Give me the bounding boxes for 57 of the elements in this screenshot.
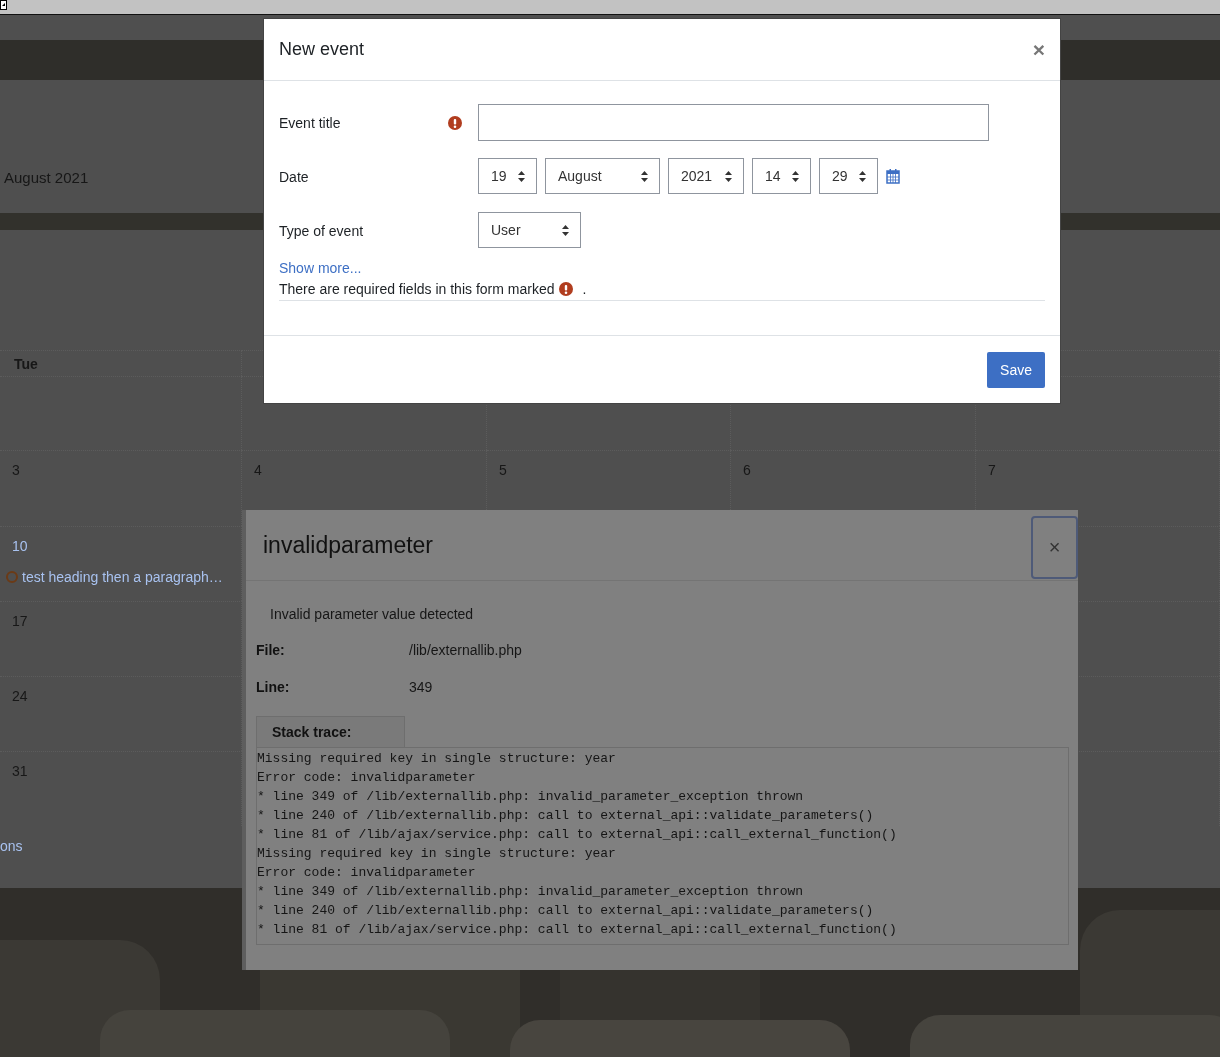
dropdown[interactable]: User — [478, 212, 581, 248]
stack-trace-tab[interactable]: Stack trace: — [256, 716, 405, 747]
day-number: 24 — [12, 688, 28, 704]
day-number: 5 — [499, 462, 507, 478]
event-dot-icon — [6, 571, 18, 583]
day-number: 6 — [743, 462, 751, 478]
event-link[interactable]: test heading then a paragraph… — [22, 569, 223, 585]
sort-caret-icon — [561, 223, 570, 237]
dropdown[interactable]: 19 — [478, 158, 537, 194]
dropdown[interactable]: 14 — [752, 158, 811, 194]
stack-trace-line: Error code: invalidparameter — [257, 769, 477, 787]
detail-label: File: — [256, 642, 286, 658]
stack-trace-line: * line 349 of /lib/externallib.php: invalid_parameter_exception thrown — [257, 883, 805, 901]
day-number: 4 — [254, 462, 262, 478]
stack-trace-line: * line 240 of /lib/externallib.php: call to external_api::validate_parameters() — [257, 902, 875, 920]
stack-trace-line: * line 240 of /lib/externallib.php: call to external_api::validate_parameters() — [257, 807, 875, 825]
corner-icon — [0, 0, 7, 10]
sort-caret-icon — [724, 169, 733, 183]
detail-label: Line: — [256, 679, 291, 695]
error-message: Invalid parameter value detected — [269, 606, 475, 622]
text-field[interactable] — [478, 104, 989, 141]
save-button[interactable]: Save — [987, 352, 1045, 388]
day-number: 3 — [12, 462, 20, 478]
weekday-header: Tue — [14, 356, 38, 372]
stack-trace-line: Missing required key in single structure: year — [257, 845, 617, 863]
field-label: Type of event — [279, 222, 364, 239]
dialog-title: New event — [279, 39, 365, 60]
day-number: 31 — [12, 763, 28, 779]
dialog-title: invalidparameter — [263, 531, 434, 559]
day-number: 7 — [988, 462, 996, 478]
stack-trace-line: Missing required key in single structure: year — [257, 750, 617, 768]
sort-caret-icon — [517, 169, 526, 183]
sort-caret-icon — [791, 169, 800, 183]
close-button[interactable]: × — [1031, 515, 1078, 579]
stack-trace-line: * line 81 of /lib/ajax/service.php: call to external_api::call_external_function() — [257, 921, 898, 939]
sort-caret-icon — [858, 169, 867, 183]
stack-trace-line: Error code: invalidparameter — [257, 864, 477, 882]
stack-trace-line: * line 81 of /lib/ajax/service.php: call to external_api::call_external_function() — [257, 826, 898, 844]
required-icon — [559, 282, 574, 296]
show-more-link[interactable]: Show more... — [279, 260, 362, 276]
required-note: There are required fields in this form marked — [279, 281, 555, 297]
close-button[interactable]: × — [1032, 37, 1045, 62]
footer-link[interactable]: ons — [0, 838, 23, 854]
day-number: 17 — [12, 613, 28, 629]
day-link[interactable]: 10 — [12, 538, 28, 554]
dropdown[interactable]: 2021 — [668, 158, 744, 194]
month-title: August 2021 — [4, 169, 89, 186]
detail-value: /lib/externallib.php — [409, 642, 522, 658]
dropdown[interactable]: 29 — [819, 158, 878, 194]
field-label: Date — [279, 168, 309, 185]
dropdown[interactable]: August — [545, 158, 660, 194]
sort-caret-icon — [640, 169, 649, 183]
field-label: Event title — [279, 114, 341, 131]
stack-trace-line: * line 349 of /lib/externallib.php: invalid_parameter_exception thrown — [257, 788, 805, 806]
calendar-icon[interactable] — [886, 168, 900, 184]
detail-value: 349 — [409, 679, 433, 695]
required-note-end: . — [582, 281, 587, 297]
